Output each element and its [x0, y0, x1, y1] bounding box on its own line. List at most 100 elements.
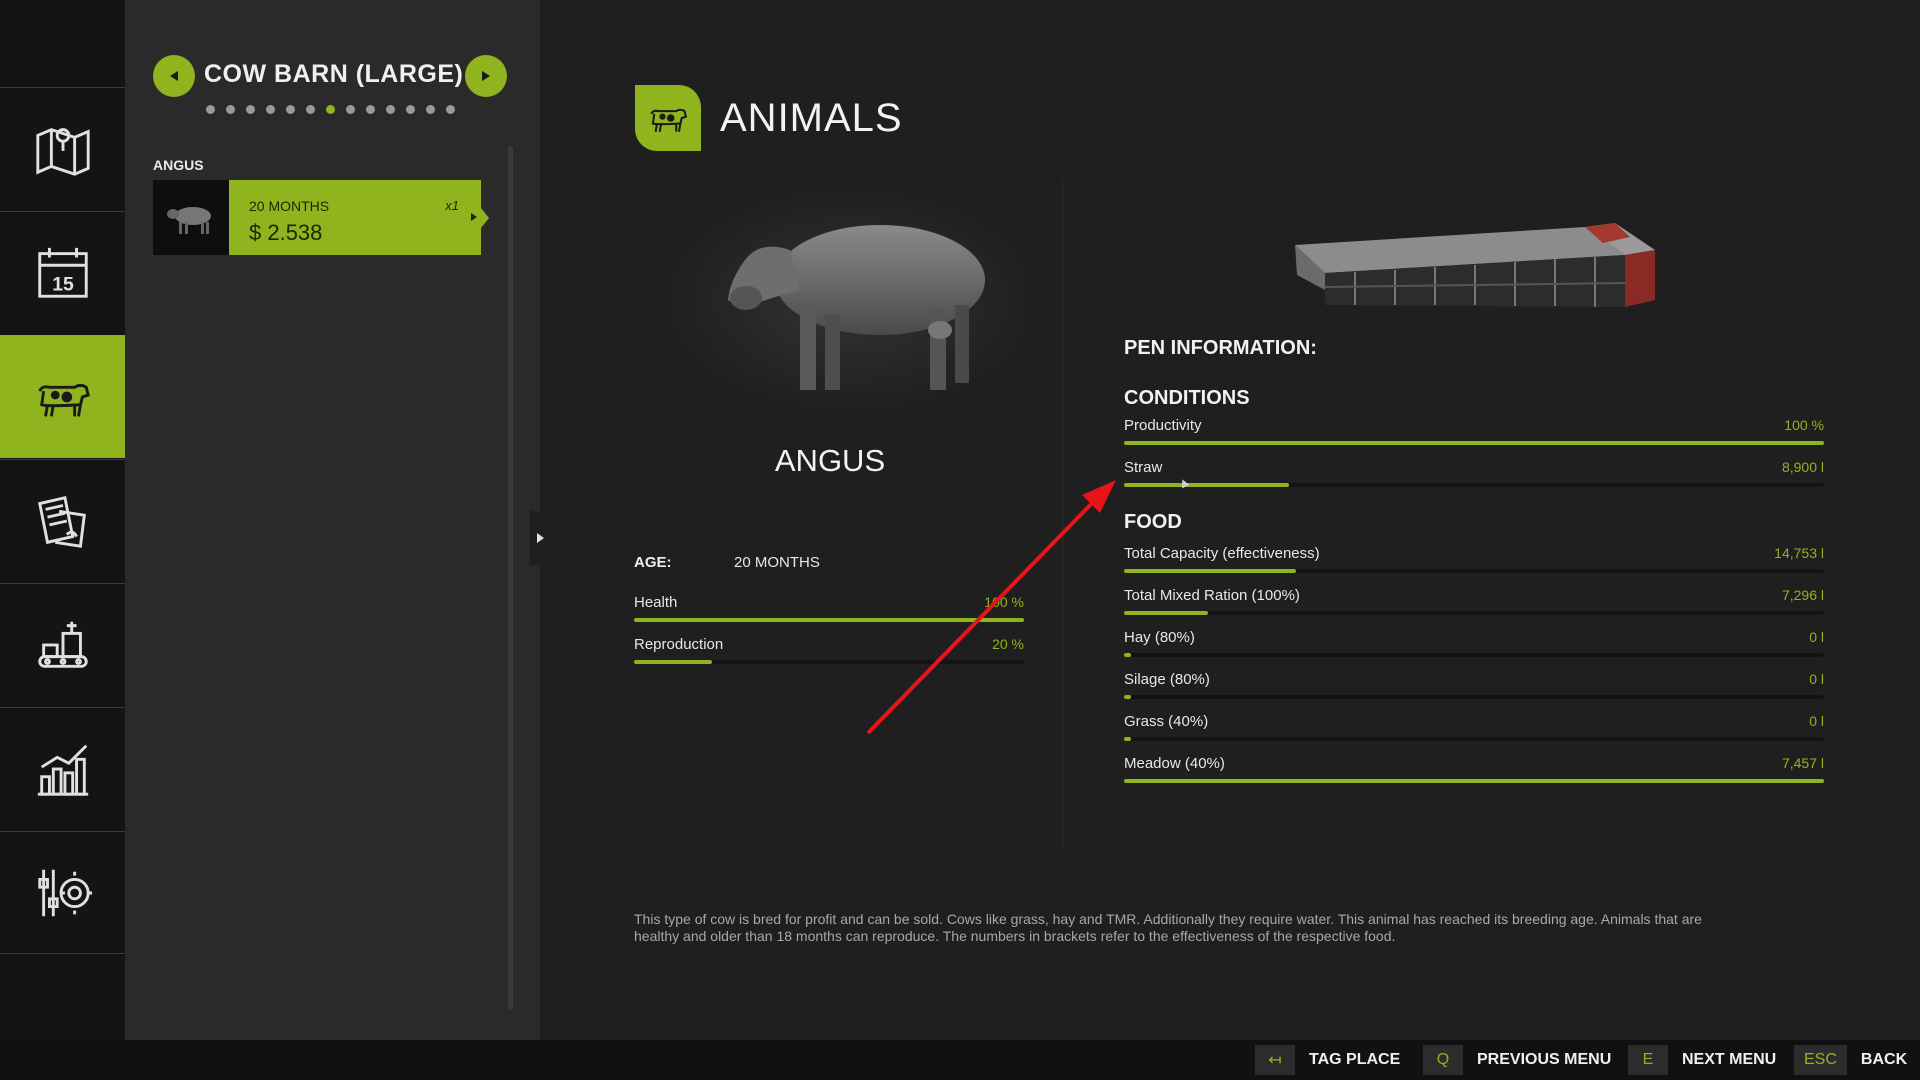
food-bar: [1124, 569, 1824, 573]
page-dot[interactable]: [226, 105, 235, 114]
page-dot[interactable]: [346, 105, 355, 114]
pen-list-scrollbar[interactable]: [508, 146, 513, 1010]
nav-settings[interactable]: [0, 831, 125, 954]
food-value: 14,753 l: [1774, 545, 1824, 561]
nav-production[interactable]: [0, 583, 125, 706]
food-bar-fill: [1124, 695, 1131, 699]
cow-icon: [37, 383, 90, 417]
page-dot[interactable]: [266, 105, 275, 114]
next-pen-button[interactable]: [465, 55, 507, 97]
food-bar-fill: [1124, 737, 1131, 741]
animal-stat-label: Reproduction: [634, 636, 724, 653]
food-bar-fill: [1124, 779, 1824, 783]
food-row: Total Mixed Ration (100%) 7,296 l: [1124, 587, 1824, 617]
page-dot[interactable]: [206, 105, 215, 114]
pen-page-dots: [206, 105, 455, 114]
next-menu-hint[interactable]: E NEXT MENU: [1628, 1045, 1776, 1075]
annotation-arrow-icon: [866, 480, 1116, 735]
animal-group-label: ANGUS: [153, 157, 204, 173]
back-key: ESC: [1794, 1045, 1847, 1075]
food-row: Meadow (40%) 7,457 l: [1124, 755, 1824, 785]
animal-stat-label: Health: [634, 594, 678, 611]
page-dot[interactable]: [406, 105, 415, 114]
page-dot[interactable]: [306, 105, 315, 114]
age-value: 20 MONTHS: [734, 554, 820, 571]
nav-contracts[interactable]: [0, 459, 125, 582]
food-row: Silage (80%) 0 l: [1124, 671, 1824, 701]
condition-bar-fill: [1124, 441, 1824, 445]
contracts-icon: [37, 495, 86, 548]
chevron-right-icon: [471, 213, 477, 221]
nav-map[interactable]: [0, 87, 125, 210]
settings-icon: [37, 869, 92, 916]
page-dot[interactable]: [366, 105, 375, 114]
back-hint[interactable]: ESC BACK: [1794, 1045, 1907, 1075]
condition-row: Productivity 100 %: [1124, 417, 1824, 447]
food-bar: [1124, 695, 1824, 699]
side-navigation: 15: [0, 0, 134, 1040]
previous-menu-label: PREVIOUS MENU: [1477, 1051, 1612, 1068]
age-label: AGE:: [634, 554, 672, 571]
food-value: 0 l: [1809, 629, 1824, 645]
condition-value: 100 %: [1784, 417, 1824, 433]
food-bar-fill: [1124, 569, 1296, 573]
page-dot[interactable]: [326, 105, 335, 114]
food-bar: [1124, 779, 1824, 783]
section-title: ANIMALS: [720, 96, 903, 140]
production-icon: [37, 621, 88, 668]
food-label: Hay (80%): [1124, 629, 1195, 646]
back-label: BACK: [1860, 1051, 1908, 1068]
condition-bar: [1124, 441, 1824, 445]
food-label: Grass (40%): [1124, 713, 1209, 730]
page-dot[interactable]: [426, 105, 435, 114]
animal-image: [660, 185, 1030, 415]
animal-card-info: 20 MONTHS $ 2.538 x1: [229, 180, 489, 255]
food-value: 0 l: [1809, 671, 1824, 687]
food-bar-fill: [1124, 611, 1208, 615]
pen-title: COW BARN (LARGE): [204, 60, 464, 88]
food-label: Total Mixed Ration (100%): [1124, 587, 1300, 604]
nav-calendar[interactable]: 15: [0, 211, 125, 334]
food-row: Grass (40%) 0 l: [1124, 713, 1824, 743]
previous-menu-hint[interactable]: Q PREVIOUS MENU: [1423, 1045, 1611, 1075]
conditions-title: CONDITIONS: [1124, 387, 1250, 409]
nav-statistics[interactable]: [0, 707, 125, 830]
food-value: 7,296 l: [1781, 587, 1824, 603]
previous-pen-button[interactable]: [153, 55, 195, 97]
tag-place-label: TAG PLACE: [1309, 1051, 1401, 1068]
food-label: Total Capacity (effectiveness): [1124, 545, 1320, 562]
condition-label: Straw: [1124, 459, 1163, 476]
animal-card[interactable]: 20 MONTHS $ 2.538 x1: [153, 180, 489, 255]
calendar-icon: 15: [37, 247, 88, 298]
nav-animals[interactable]: [0, 335, 134, 458]
animal-stat-bar-fill: [634, 660, 712, 664]
collapse-panel-tab[interactable]: [530, 510, 552, 566]
page-dot[interactable]: [386, 105, 395, 114]
food-label: Silage (80%): [1124, 671, 1210, 688]
food-value: 7,457 l: [1781, 755, 1824, 771]
food-bar: [1124, 611, 1824, 615]
page-dot[interactable]: [246, 105, 255, 114]
condition-bar: [1124, 483, 1824, 487]
food-bar: [1124, 737, 1824, 741]
food-title: FOOD: [1124, 511, 1182, 533]
food-row: Total Capacity (effectiveness) 14,753 l: [1124, 545, 1824, 575]
barn-image: [1295, 223, 1655, 307]
pen-information-title: PEN INFORMATION:: [1124, 337, 1317, 359]
previous-menu-key: Q: [1423, 1045, 1463, 1075]
cow-thumbnail-icon: [167, 206, 211, 234]
animal-description: This type of cow is bred for profit and …: [634, 911, 1702, 944]
page-dot[interactable]: [446, 105, 455, 114]
cow-icon: [650, 108, 688, 132]
condition-label: Productivity: [1124, 417, 1202, 434]
animals-section-icon: [635, 85, 701, 151]
tag-place-hint[interactable]: ↤ TAG PLACE: [1255, 1045, 1400, 1075]
page-dot[interactable]: [286, 105, 295, 114]
arrow-right-icon: [482, 71, 490, 81]
food-bar-fill: [1124, 653, 1131, 657]
food-value: 0 l: [1809, 713, 1824, 729]
animal-thumbnail: [153, 180, 229, 255]
animal-card-price: $ 2.538: [249, 220, 323, 245]
animal-name: ANGUS: [774, 443, 886, 478]
food-row: Hay (80%) 0 l: [1124, 629, 1824, 659]
